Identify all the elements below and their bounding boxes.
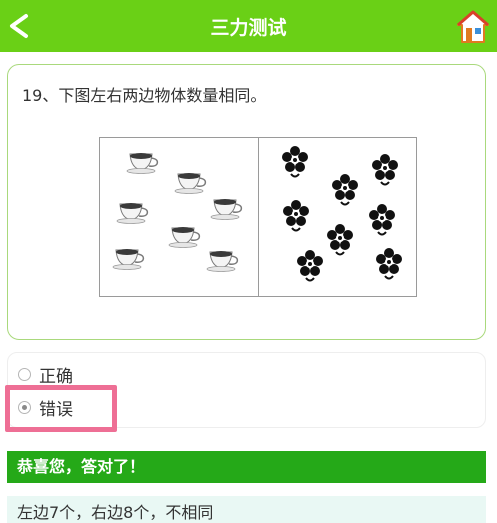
flower-icon bbox=[296, 249, 324, 282]
teacup-icon bbox=[174, 172, 207, 195]
teacup-icons bbox=[112, 152, 243, 273]
teacup-icon bbox=[206, 250, 239, 273]
flower-icon bbox=[281, 145, 309, 178]
answer-explanation: 左边7个，右边8个，不相同 bbox=[7, 496, 486, 523]
teacup-icon bbox=[112, 248, 145, 271]
flower-icon bbox=[368, 203, 396, 236]
teacup-icon bbox=[168, 226, 201, 249]
question-card: 19、下图左右两边物体数量相同。 bbox=[7, 64, 486, 340]
question-figure bbox=[99, 137, 417, 297]
top-nav-bar: 三力测试 bbox=[0, 0, 497, 52]
flower-icon bbox=[331, 173, 359, 206]
teacup-icon bbox=[210, 198, 243, 221]
question-text: 19、下图左右两边物体数量相同。 bbox=[22, 86, 267, 105]
teacup-icon bbox=[116, 202, 149, 225]
flower-icon bbox=[371, 153, 399, 186]
teacup-icon bbox=[126, 152, 159, 175]
flower-icon bbox=[282, 199, 310, 232]
option-label: 正确 bbox=[39, 366, 73, 387]
flower-icons bbox=[281, 145, 403, 282]
home-icon[interactable] bbox=[456, 10, 490, 44]
selection-highlight bbox=[5, 385, 117, 432]
page-title: 三力测试 bbox=[210, 17, 287, 39]
flower-icon bbox=[326, 223, 354, 256]
radio-button[interactable] bbox=[18, 367, 31, 381]
option-correct[interactable]: 正确 bbox=[18, 361, 73, 387]
result-message: 恭喜您，答对了！ bbox=[7, 451, 486, 483]
flower-icon bbox=[375, 247, 403, 280]
